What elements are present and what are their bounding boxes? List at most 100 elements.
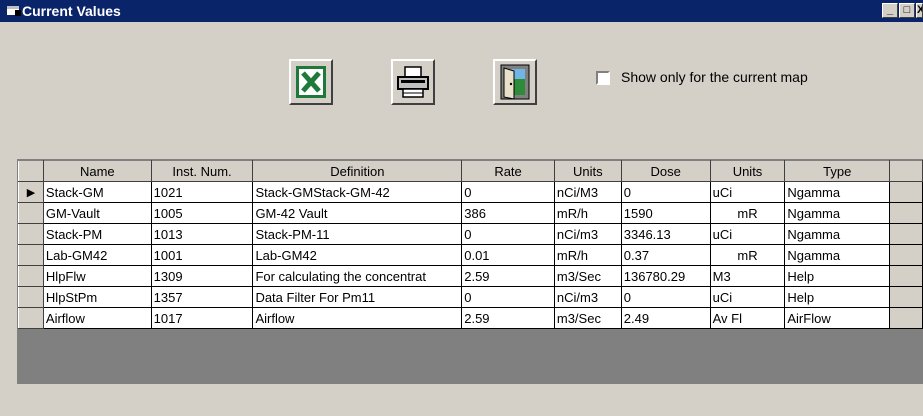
cell-dose[interactable]: 136780.29 (620, 265, 711, 287)
cell-dose[interactable]: 3346.13 (620, 223, 711, 245)
cell-name[interactable]: Lab-GM42 (42, 244, 152, 266)
maximize-button[interactable]: □ (899, 3, 915, 18)
cell-inst[interactable]: 1001 (150, 244, 254, 266)
column-header-units[interactable]: Units (553, 160, 622, 182)
column-header-units-2[interactable]: Units (709, 160, 786, 182)
cell-definition[interactable]: Stack-PM-11 (252, 223, 463, 245)
close-button[interactable]: X (916, 3, 923, 18)
cell-rate[interactable]: 2.59 (461, 307, 555, 329)
cell-type[interactable]: Help (784, 286, 891, 308)
table-row[interactable]: Airflow 1017 Airflow 2.59 m3/Sec 2.49 Av Fl Air… (18, 307, 923, 329)
table-row[interactable]: HlpFlw 1309 For calculating the concentrat… (18, 265, 923, 287)
header-row: Name Inst. Num. Definition Rate Units Do… (18, 160, 923, 182)
cell-definition[interactable]: For calculating the concentrat (252, 265, 463, 287)
table-row[interactable]: Lab-GM42 1001 Lab-GM42 0.01 mR/h 0.37 mR Ngamma (18, 244, 923, 266)
table-row[interactable]: GM-Vault 1005 GM-42 Vault 386 mR/h 1590 mR Ngam… (18, 202, 923, 224)
cell-inst[interactable]: 1005 (150, 202, 254, 224)
show-current-map-label: Show only for the current map (621, 69, 808, 85)
cell-definition[interactable]: Data Filter For Pm11 (252, 286, 463, 308)
cell-rate[interactable]: 2.59 (461, 265, 555, 287)
cell-type[interactable]: Help (784, 265, 891, 287)
row-selector[interactable] (18, 244, 44, 266)
cell-blank (889, 265, 923, 287)
exit-button[interactable] (493, 59, 537, 105)
cell-rate[interactable]: 0 (461, 286, 555, 308)
cell-inst[interactable]: 1021 (150, 181, 254, 203)
cell-units2[interactable]: uCi (709, 286, 786, 308)
cell-type[interactable]: Ngamma (784, 181, 891, 203)
column-header-inst-num[interactable]: Inst. Num. (150, 160, 254, 182)
cell-units1[interactable]: mR/h (553, 244, 622, 266)
cell-rate[interactable]: 0.01 (461, 244, 555, 266)
cell-units1[interactable]: nCi/m3 (553, 223, 622, 245)
cell-dose[interactable]: 2.49 (620, 307, 711, 329)
cell-units2[interactable]: mR (709, 202, 786, 224)
cell-dose[interactable]: 0 (620, 181, 711, 203)
row-selector[interactable] (18, 286, 44, 308)
cell-type[interactable]: Ngamma (784, 202, 891, 224)
show-current-map-checkbox[interactable] (596, 71, 610, 85)
cell-blank (889, 202, 923, 224)
window-title: Current Values (22, 3, 121, 19)
cell-type[interactable]: Ngamma (784, 244, 891, 266)
cell-definition[interactable]: Lab-GM42 (252, 244, 463, 266)
cell-definition[interactable]: Stack-GMStack-GM-42 (252, 181, 463, 203)
cell-units2[interactable]: uCi (709, 223, 786, 245)
values-table: Name Inst. Num. Definition Rate Units Do… (18, 160, 923, 329)
row-selector[interactable] (18, 265, 44, 287)
column-header-name[interactable]: Name (42, 160, 152, 182)
cell-rate[interactable]: 386 (461, 202, 555, 224)
cell-name[interactable]: HlpStPm (42, 286, 152, 308)
print-button[interactable] (391, 59, 435, 105)
table-row[interactable]: HlpStPm 1357 Data Filter For Pm11 0 nCi/m3 0 u… (18, 286, 923, 308)
cell-units1[interactable]: nCi/M3 (553, 181, 622, 203)
cell-blank (889, 286, 923, 308)
cell-name[interactable]: Airflow (42, 307, 152, 329)
column-header-rate[interactable]: Rate (461, 160, 555, 182)
table-row[interactable]: ▶ Stack-GM 1021 Stack-GMStack-GM-42 0 nCi/M3 0… (18, 181, 923, 203)
cell-name[interactable]: GM-Vault (42, 202, 152, 224)
cell-definition[interactable]: Airflow (252, 307, 463, 329)
row-selector[interactable] (18, 307, 44, 329)
row-selector[interactable] (18, 202, 44, 224)
export-excel-button[interactable] (289, 59, 333, 105)
row-selector[interactable] (18, 223, 44, 245)
door-exit-icon (500, 64, 530, 100)
cell-blank (889, 244, 923, 266)
cell-units2[interactable]: mR (709, 244, 786, 266)
minimize-button[interactable]: _ (882, 3, 898, 18)
cell-type[interactable]: Ngamma (784, 223, 891, 245)
cell-dose[interactable]: 0 (620, 286, 711, 308)
cell-definition[interactable]: GM-42 Vault (252, 202, 463, 224)
values-grid[interactable]: Name Inst. Num. Definition Rate Units Do… (17, 159, 923, 384)
cell-name[interactable]: Stack-GM (42, 181, 152, 203)
cell-inst[interactable]: 1357 (150, 286, 254, 308)
cell-units2[interactable]: Av Fl (709, 307, 786, 329)
cell-dose[interactable]: 0.37 (620, 244, 711, 266)
column-header-definition[interactable]: Definition (252, 160, 463, 182)
cell-inst[interactable]: 1017 (150, 307, 254, 329)
column-header-type[interactable]: Type (784, 160, 891, 182)
cell-dose[interactable]: 1590 (620, 202, 711, 224)
cell-inst[interactable]: 1309 (150, 265, 254, 287)
cell-blank (889, 223, 923, 245)
cell-rate[interactable]: 0 (461, 181, 555, 203)
cell-name[interactable]: Stack-PM (42, 223, 152, 245)
excel-icon (296, 66, 326, 98)
cell-name[interactable]: HlpFlw (42, 265, 152, 287)
cell-type[interactable]: AirFlow (784, 307, 891, 329)
table-row[interactable]: Stack-PM 1013 Stack-PM-11 0 nCi/m3 3346.13 uCi… (18, 223, 923, 245)
cell-units1[interactable]: m3/Sec (553, 265, 622, 287)
cell-units1[interactable]: mR/h (553, 202, 622, 224)
cell-inst[interactable]: 1013 (150, 223, 254, 245)
cell-rate[interactable]: 0 (461, 223, 555, 245)
column-header-blank (889, 160, 923, 182)
cell-units2[interactable]: M3 (709, 265, 786, 287)
cell-units1[interactable]: m3/Sec (553, 307, 622, 329)
row-selector[interactable]: ▶ (18, 181, 44, 203)
cell-blank (889, 307, 923, 329)
cell-units2[interactable]: uCi (709, 181, 786, 203)
corner-cell (18, 160, 44, 182)
cell-units1[interactable]: nCi/m3 (553, 286, 622, 308)
column-header-dose[interactable]: Dose (620, 160, 711, 182)
